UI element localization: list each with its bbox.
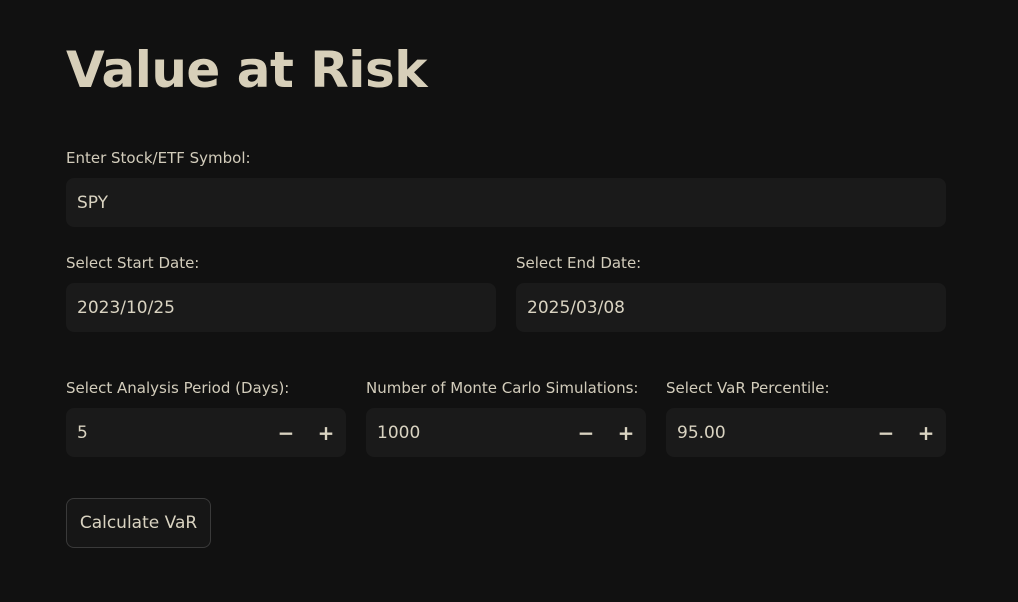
- symbol-field-container: [66, 178, 946, 227]
- end-date-field-container: [516, 283, 946, 332]
- percentile-decrement-button[interactable]: −: [866, 408, 906, 457]
- analysis-period-decrement-button[interactable]: −: [266, 408, 306, 457]
- analysis-period-increment-button[interactable]: +: [306, 408, 346, 457]
- percentile-input[interactable]: [666, 408, 866, 457]
- simulations-label: Number of Monte Carlo Simulations:: [366, 379, 639, 397]
- percentile-increment-button[interactable]: +: [906, 408, 946, 457]
- end-date-label: Select End Date:: [516, 254, 642, 272]
- end-date-input[interactable]: [516, 283, 946, 332]
- simulations-decrement-button[interactable]: −: [566, 408, 606, 457]
- symbol-input[interactable]: [66, 178, 946, 227]
- start-date-field-container: [66, 283, 496, 332]
- simulations-stepper: − +: [366, 408, 646, 457]
- page-title: Value at Risk: [66, 41, 427, 99]
- percentile-label: Select VaR Percentile:: [666, 379, 830, 397]
- simulations-input[interactable]: [366, 408, 566, 457]
- analysis-period-input[interactable]: [66, 408, 266, 457]
- simulations-stepper-buttons: − +: [566, 408, 646, 457]
- start-date-label: Select Start Date:: [66, 254, 200, 272]
- analysis-period-stepper: − +: [66, 408, 346, 457]
- calculate-var-button[interactable]: Calculate VaR: [66, 498, 211, 548]
- analysis-period-stepper-buttons: − +: [266, 408, 346, 457]
- start-date-input[interactable]: [66, 283, 496, 332]
- symbol-label: Enter Stock/ETF Symbol:: [66, 149, 251, 167]
- analysis-period-label: Select Analysis Period (Days):: [66, 379, 290, 397]
- percentile-stepper-buttons: − +: [866, 408, 946, 457]
- percentile-stepper: − +: [666, 408, 946, 457]
- simulations-increment-button[interactable]: +: [606, 408, 646, 457]
